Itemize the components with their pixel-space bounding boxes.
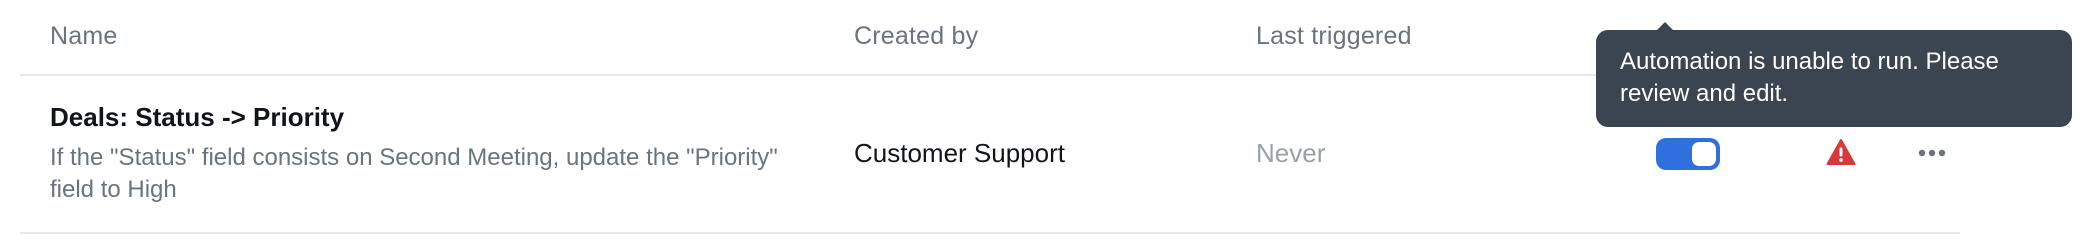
warning-tooltip: Automation is unable to run. Please revi… [1596, 30, 2072, 127]
more-horizontal-icon[interactable] [1912, 138, 1952, 168]
toggle-knob [1692, 142, 1716, 166]
automation-description: If the "Status" field consists on Second… [50, 144, 778, 203]
column-header-name[interactable]: Name [50, 22, 118, 51]
column-header-created-by[interactable]: Created by [854, 22, 978, 51]
created-by-value: Customer Support [854, 138, 1065, 168]
warning-icon[interactable] [1826, 138, 1856, 166]
column-header-last-triggered[interactable]: Last triggered [1256, 22, 1412, 51]
automation-title[interactable]: Deals: Status -> Priority [50, 102, 344, 133]
enable-automation-toggle[interactable] [1656, 138, 1720, 170]
last-triggered-value: Never [1256, 138, 1326, 168]
